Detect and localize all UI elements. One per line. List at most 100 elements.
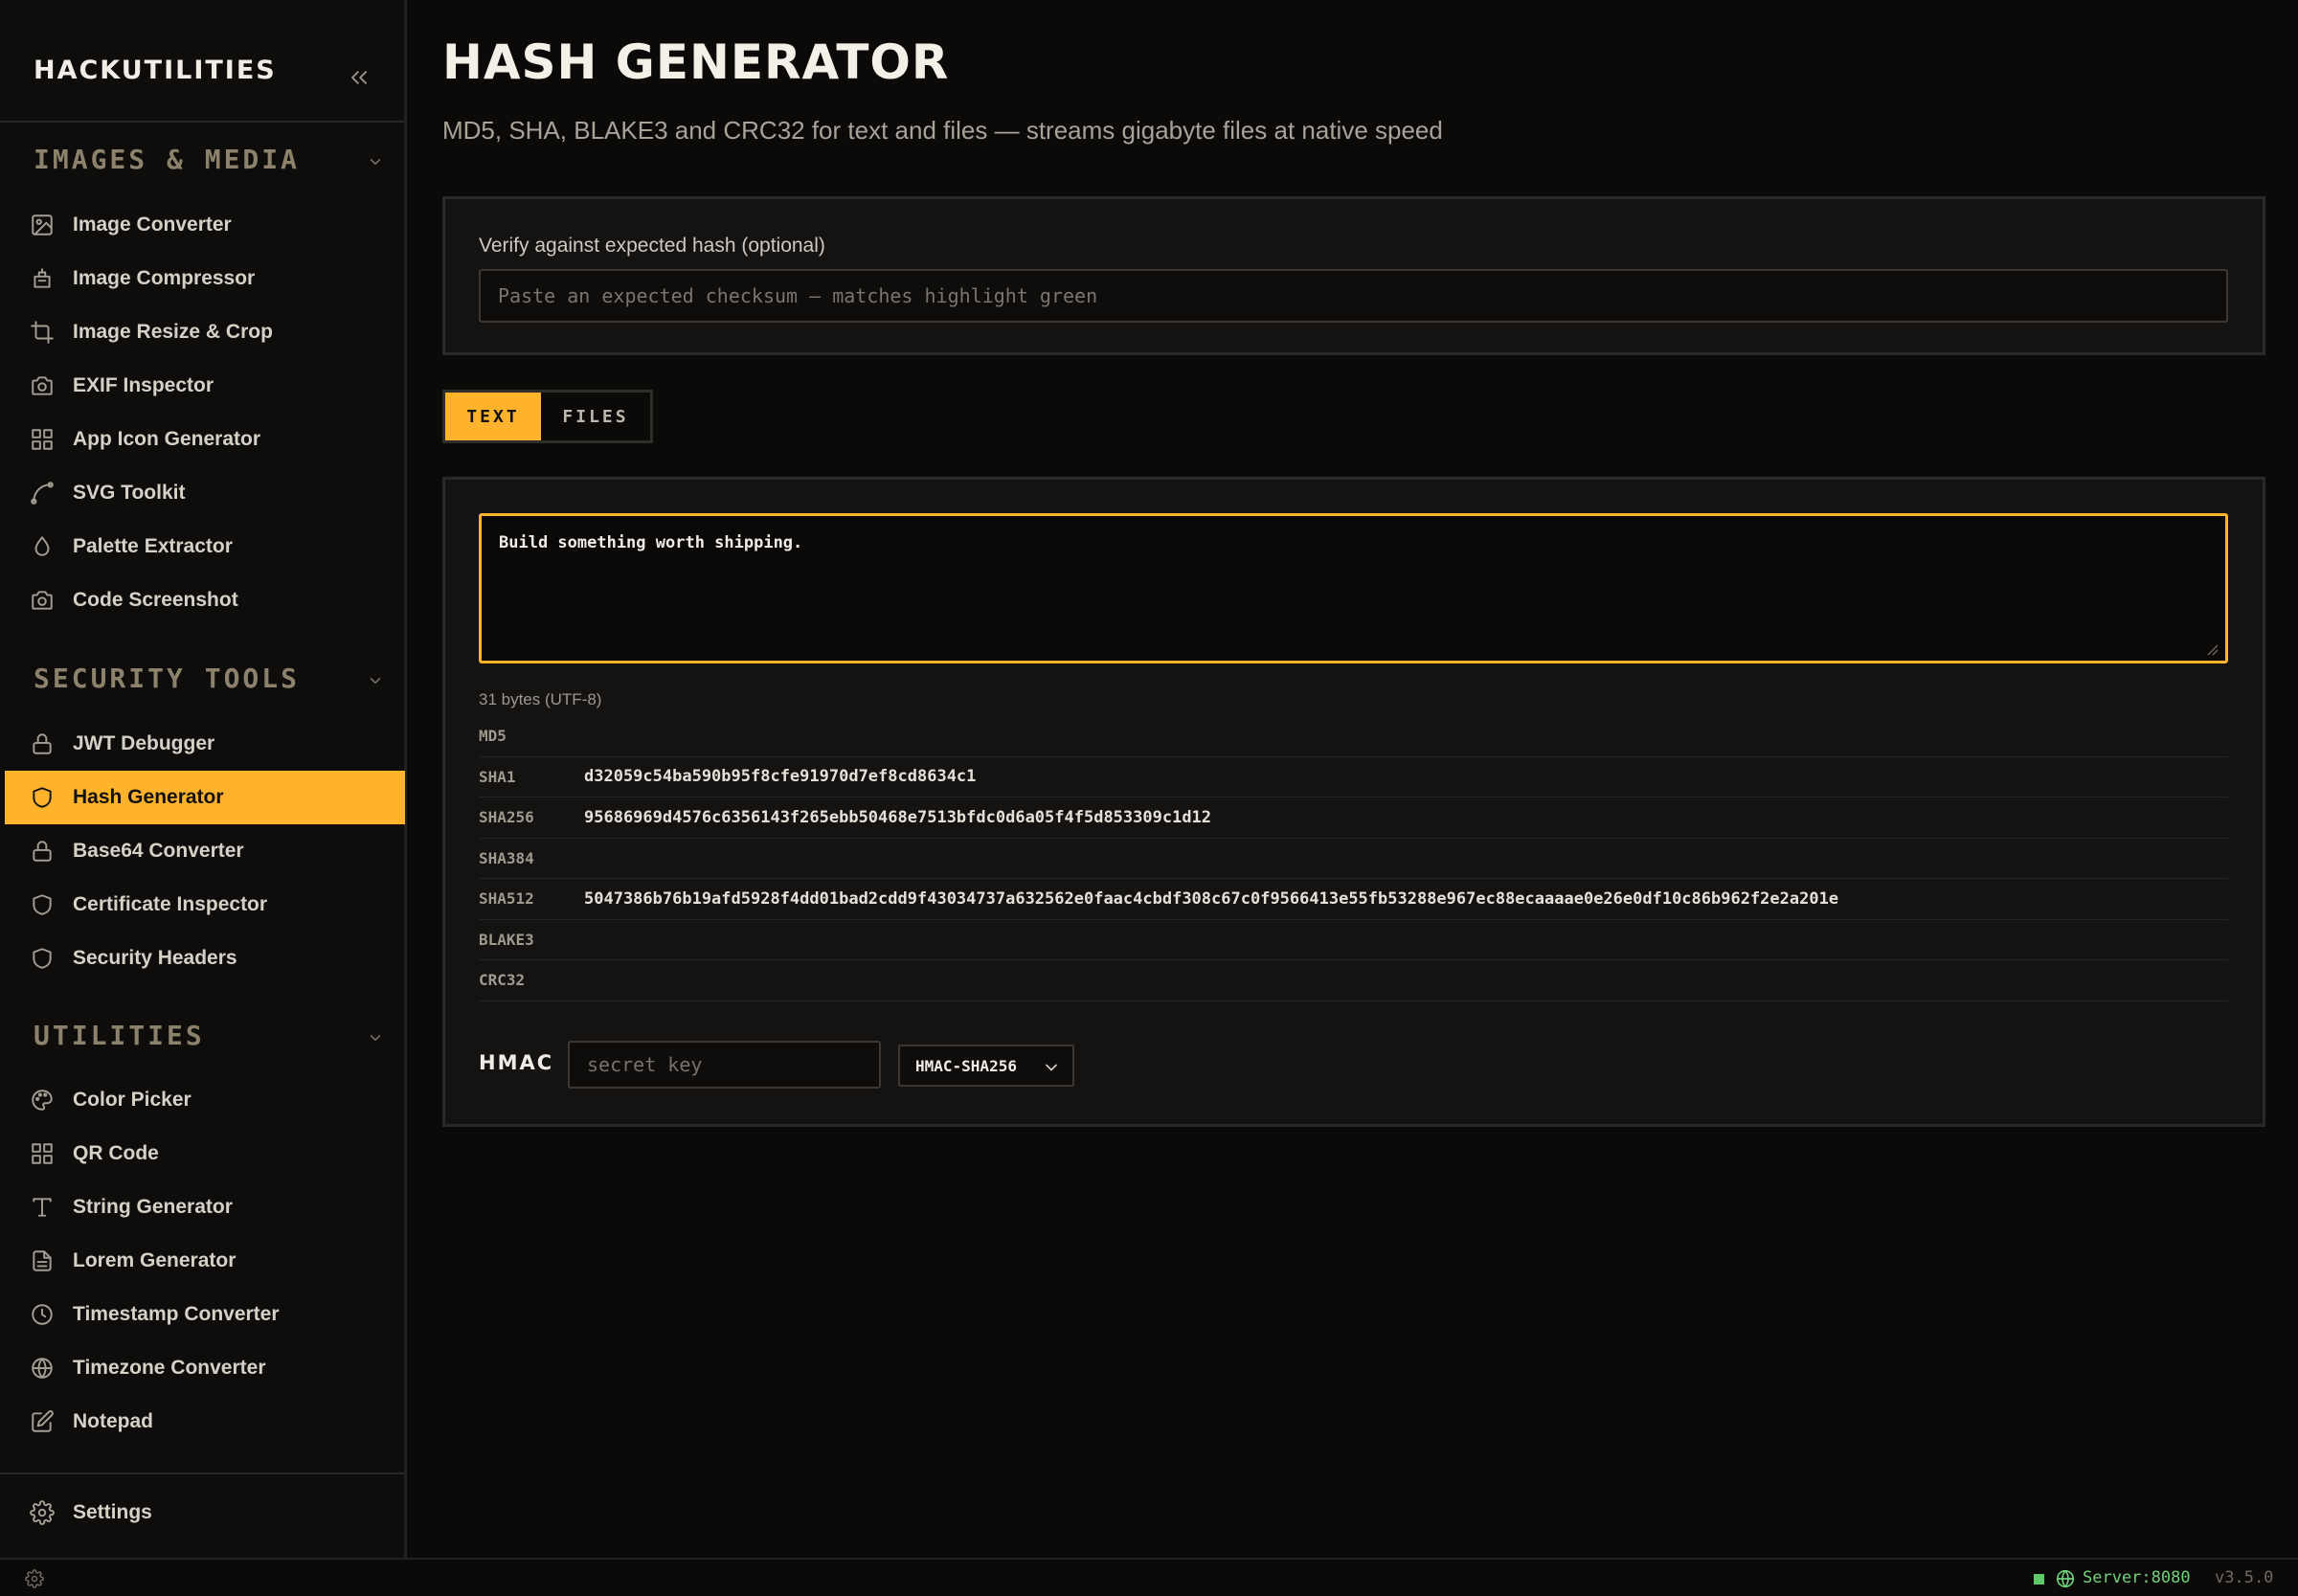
sidebar-item-label: Base64 Converter [73, 840, 244, 862]
page-subtitle: MD5, SHA, BLAKE3 and CRC32 for text and … [442, 116, 1443, 145]
sidebar: HACKUTILITIES IMAGES & MEDIA Image Conver… [0, 0, 407, 1558]
hash-value[interactable]: 5047386b76b19afd5928f4dd01bad2cdd9f43034… [584, 889, 1838, 909]
bezier-icon [28, 479, 56, 507]
input-mode-tabs: TEXT FILES [442, 390, 653, 443]
sidebar-item-jwt-debugger[interactable]: JWT Debugger [5, 717, 405, 771]
sidebar-item-label: Image Resize & Crop [73, 321, 273, 343]
sidebar-item-app-icon-generator[interactable]: App Icon Generator [5, 413, 405, 466]
sidebar-item-notepad[interactable]: Notepad [5, 1395, 405, 1449]
sidebar-item-label: Certificate Inspector [73, 893, 268, 915]
hash-value[interactable]: d32059c54ba590b95f8cfe91970d7ef8cd8634c1 [584, 767, 976, 786]
chevron-down-icon [1042, 1058, 1061, 1077]
sidebar-item-label: Timezone Converter [73, 1357, 266, 1379]
compress-icon [28, 264, 56, 293]
chevrons-left-icon [351, 71, 367, 84]
gear-icon [28, 1498, 56, 1527]
document-icon [28, 1247, 56, 1275]
hmac-algorithm-select[interactable]: HMAC-SHA256 [898, 1045, 1074, 1087]
sidebar-header: HACKUTILITIES [0, 0, 404, 123]
hash-value[interactable]: 95686969d4576c6356143f265ebb50468e7513bf… [584, 808, 1211, 827]
hash-panel: Build something worth shipping. 31 bytes… [442, 477, 2265, 1127]
sidebar-item-label: Palette Extractor [73, 535, 233, 557]
sidebar-item-timezone-converter[interactable]: Timezone Converter [5, 1341, 405, 1395]
sidebar-item-lorem-generator[interactable]: Lorem Generator [5, 1234, 405, 1288]
expected-hash-input[interactable] [479, 269, 2228, 323]
sidebar-item-label: Settings [73, 1501, 152, 1523]
hmac-key-input[interactable] [568, 1041, 881, 1089]
sidebar-item-security-headers[interactable]: Security Headers [5, 932, 405, 985]
sidebar-section-title: SECURITY TOOLS [34, 663, 301, 694]
type-icon [28, 1193, 56, 1222]
sidebar-item-base64-converter[interactable]: Base64 Converter [5, 824, 405, 878]
droplet-icon [28, 532, 56, 561]
status-bar: Server:8080 v3.5.0 [0, 1558, 2298, 1596]
sidebar-item-label: String Generator [73, 1196, 233, 1218]
tab-files[interactable]: FILES [541, 393, 650, 440]
chevron-down-icon [367, 1029, 388, 1050]
camera-icon [28, 371, 56, 400]
sidebar-item-image-resize-crop[interactable]: Image Resize & Crop [5, 305, 405, 359]
sidebar-item-image-compressor[interactable]: Image Compressor [5, 252, 405, 305]
lock-icon [28, 837, 56, 865]
sidebar-item-label: Image Compressor [73, 267, 256, 289]
server-status-indicator [2034, 1574, 2044, 1585]
text-input[interactable]: Build something worth shipping. [479, 513, 2228, 663]
clock-icon [28, 1300, 56, 1329]
sidebar-item-label: Code Screenshot [73, 589, 238, 611]
hash-row-md5: MD5 [479, 716, 2228, 757]
sidebar-item-svg-toolkit[interactable]: SVG Toolkit [5, 466, 405, 520]
hash-row-sha256: SHA256 95686969d4576c6356143f265ebb50468e… [479, 798, 2228, 839]
sidebar-item-string-generator[interactable]: String Generator [5, 1180, 405, 1234]
sidebar-item-label: SVG Toolkit [73, 482, 186, 504]
sidebar-item-settings[interactable]: Settings [5, 1486, 405, 1540]
sidebar-item-qr-code[interactable]: QR Code [5, 1127, 405, 1180]
hash-algorithm-label: SHA256 [479, 808, 534, 827]
globe-icon [28, 1354, 56, 1382]
shield-icon [28, 944, 56, 973]
hash-row-blake3: BLAKE3 [479, 920, 2228, 960]
sidebar-item-hash-generator[interactable]: Hash Generator [5, 771, 405, 824]
sidebar-section-header[interactable]: IMAGES & MEDIA [34, 144, 388, 182]
sidebar-item-certificate-inspector[interactable]: Certificate Inspector [5, 878, 405, 932]
sidebar-item-label: JWT Debugger [73, 732, 215, 754]
sidebar-item-label: Color Picker [73, 1089, 192, 1111]
sidebar-item-palette-extractor[interactable]: Palette Extractor [5, 520, 405, 573]
sidebar-item-timestamp-converter[interactable]: Timestamp Converter [5, 1288, 405, 1341]
collapse-sidebar-button[interactable] [343, 61, 375, 94]
sidebar-section-header[interactable]: SECURITY TOOLS [34, 663, 388, 701]
grid-icon [28, 425, 56, 454]
lock-icon [28, 730, 56, 758]
gear-icon[interactable] [25, 1569, 44, 1588]
shield-icon [28, 783, 56, 812]
server-status[interactable]: Server:8080 [2083, 1568, 2191, 1587]
resize-grip-icon[interactable] [2205, 642, 2220, 658]
page-title: HASH GENERATOR [442, 34, 950, 90]
sidebar-item-label: Image Converter [73, 214, 232, 236]
hash-row-sha1: SHA1 d32059c54ba590b95f8cfe91970d7ef8cd86… [479, 757, 2228, 798]
hash-row-crc32: CRC32 [479, 960, 2228, 1001]
app-logo-text: HACKUTILITIES [34, 56, 277, 85]
hash-algorithm-label: SHA384 [479, 848, 534, 867]
sidebar-item-color-picker[interactable]: Color Picker [5, 1073, 405, 1127]
image-icon [28, 211, 56, 239]
sidebar-item-label: Security Headers [73, 947, 237, 969]
sidebar-item-code-screenshot[interactable]: Code Screenshot [5, 573, 405, 627]
globe-icon [2055, 1568, 2076, 1589]
chevron-down-icon [367, 153, 388, 174]
main-content: HASH GENERATOR MD5, SHA, BLAKE3 and CRC3… [410, 0, 2298, 1558]
edit-icon [28, 1407, 56, 1436]
byte-count: 31 bytes (UTF-8) [479, 690, 602, 708]
hash-results-table: MD5 SHA1 d32059c54ba590b95f8cfe91970d7ef8c… [479, 716, 2228, 1001]
sidebar-item-label: QR Code [73, 1142, 159, 1164]
sidebar-item-image-converter[interactable]: Image Converter [5, 198, 405, 252]
sidebar-item-label: EXIF Inspector [73, 374, 214, 396]
tab-text[interactable]: TEXT [445, 393, 541, 440]
sidebar-item-exif-inspector[interactable]: EXIF Inspector [5, 359, 405, 413]
sidebar-section-header[interactable]: UTILITIES [34, 1020, 388, 1058]
sidebar-section-title: IMAGES & MEDIA [34, 144, 301, 175]
verify-panel: Verify against expected hash (optional) [442, 196, 2265, 355]
app-version: v3.5.0 [2215, 1568, 2274, 1587]
app-root: HACKUTILITIES IMAGES & MEDIA Image Conver… [0, 0, 2298, 1596]
hash-row-sha512: SHA512 5047386b76b19afd5928f4dd01bad2cdd9… [479, 879, 2228, 920]
shield-icon [28, 890, 56, 919]
